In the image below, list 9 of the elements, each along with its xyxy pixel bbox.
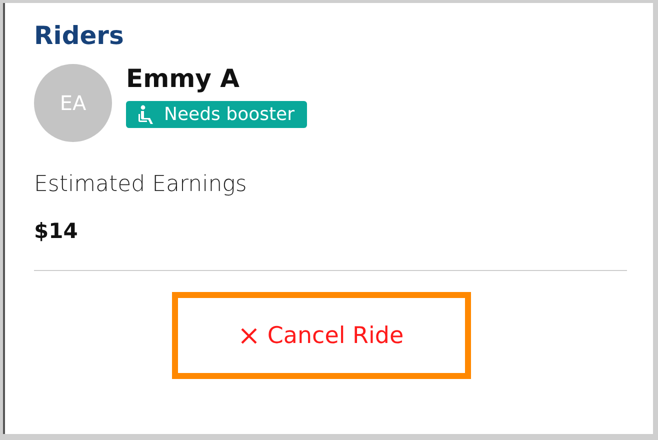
tag: Needs booster [126,101,306,128]
earnings-label: Estimated Earnings [34,172,248,197]
avatar: EA [34,64,112,142]
seated-person-icon [138,104,156,124]
section-title: Riders [34,21,125,50]
earnings-amount: $14 [34,219,79,243]
close-icon [239,326,260,346]
rider-name: Emmy A [126,64,241,93]
cancel-ride-button[interactable]: Cancel Ride [172,292,471,379]
